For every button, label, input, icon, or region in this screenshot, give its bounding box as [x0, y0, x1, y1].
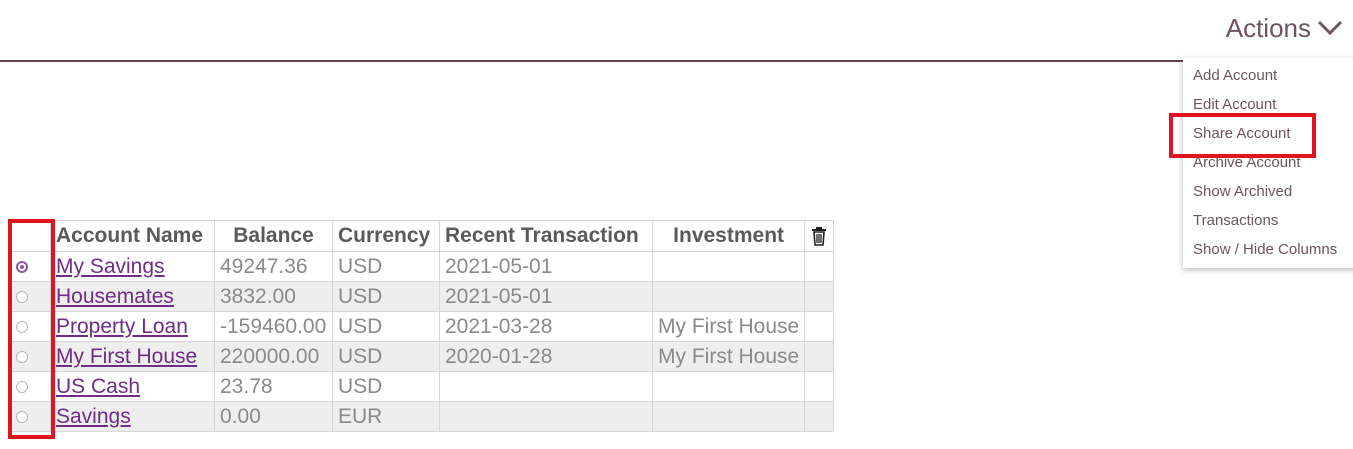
select-column-header — [10, 220, 51, 252]
menu-item-edit-account[interactable]: Edit Account — [1193, 94, 1276, 116]
menu-item-show-archived[interactable]: Show Archived — [1193, 181, 1292, 203]
delete-cell — [804, 371, 835, 402]
balance-cell: 220000.00 — [214, 341, 333, 372]
table-row[interactable]: Property Loan -159460.00 USD 2021-03-28 My F… — [10, 311, 835, 342]
delete-column-header[interactable] — [804, 220, 835, 252]
row-select-cell[interactable] — [10, 281, 51, 312]
actions-dropdown: Add Account Edit Account Share Account A… — [1183, 58, 1353, 268]
column-header-balance[interactable]: Balance — [214, 220, 333, 252]
menu-item-add-account[interactable]: Add Account — [1193, 65, 1277, 87]
column-header-recent-transaction[interactable]: Recent Transaction — [439, 220, 653, 252]
accounts-table: Account Name Balance Currency Recent Tra… — [10, 220, 835, 432]
account-name-cell: Property Loan — [50, 311, 215, 342]
top-bar: Actions — [0, 0, 1353, 60]
currency-cell: USD — [332, 251, 440, 282]
recent-transaction-cell: 2021-05-01 — [439, 251, 653, 282]
account-name-cell: My Savings — [50, 251, 215, 282]
balance-cell: 23.78 — [214, 371, 333, 402]
actions-label: Actions — [1225, 12, 1311, 43]
currency-cell: USD — [332, 281, 440, 312]
investment-cell — [651, 251, 806, 282]
recent-transaction-cell: 2021-03-28 — [439, 311, 653, 342]
balance-cell: 49247.36 — [214, 251, 333, 282]
currency-cell: USD — [332, 341, 440, 372]
row-radio-button[interactable] — [16, 350, 28, 363]
recent-transaction-cell — [439, 401, 653, 432]
table-row[interactable]: Savings 0.00 EUR — [10, 401, 835, 432]
account-name-link[interactable]: Property Loan — [56, 315, 188, 338]
menu-item-transactions[interactable]: Transactions — [1193, 210, 1278, 232]
account-name-link[interactable]: My First House — [56, 345, 197, 368]
account-name-link[interactable]: My Savings — [56, 255, 165, 278]
menu-item-show-hide-columns[interactable]: Show / Hide Columns — [1193, 239, 1337, 261]
investment-cell — [651, 371, 806, 402]
row-select-cell[interactable] — [10, 401, 51, 432]
delete-cell — [804, 281, 835, 312]
delete-cell — [804, 311, 835, 342]
header-divider — [0, 60, 1353, 62]
account-name-link[interactable]: US Cash — [56, 375, 140, 398]
table-header-row: Account Name Balance Currency Recent Tra… — [10, 220, 835, 252]
chevron-down-icon — [1317, 20, 1343, 36]
currency-cell: USD — [332, 371, 440, 402]
balance-cell: 3832.00 — [214, 281, 333, 312]
row-radio-button[interactable] — [16, 380, 28, 393]
row-radio-button[interactable] — [16, 320, 28, 333]
investment-cell — [651, 281, 806, 312]
account-name-cell: Savings — [50, 401, 215, 432]
currency-cell: USD — [332, 311, 440, 342]
account-name-cell: Housemates — [50, 281, 215, 312]
trash-icon[interactable] — [810, 226, 828, 247]
investment-cell: My First House — [651, 341, 806, 372]
table-row[interactable]: My First House 220000.00 USD 2020-01-28 My F… — [10, 341, 835, 372]
accounts-table-body: My Savings 49247.36 USD 2021-05-01 Housemate… — [10, 251, 835, 432]
row-select-cell[interactable] — [10, 371, 51, 402]
account-name-cell: My First House — [50, 341, 215, 372]
column-header-currency[interactable]: Currency — [332, 220, 440, 252]
delete-cell — [804, 341, 835, 372]
balance-cell: -159460.00 — [214, 311, 333, 342]
investment-cell: My First House — [651, 311, 806, 342]
account-name-link[interactable]: Housemates — [56, 285, 174, 308]
actions-menu-button[interactable]: Actions — [1226, 11, 1343, 45]
table-row[interactable]: Housemates 3832.00 USD 2021-05-01 — [10, 281, 835, 312]
recent-transaction-cell: 2020-01-28 — [439, 341, 653, 372]
column-header-investment[interactable]: Investment — [651, 220, 806, 252]
recent-transaction-cell: 2021-05-01 — [439, 281, 653, 312]
investment-cell — [651, 401, 806, 432]
column-header-account-name[interactable]: Account Name — [50, 220, 215, 252]
menu-item-share-account[interactable]: Share Account — [1193, 123, 1291, 145]
delete-cell — [804, 251, 835, 282]
recent-transaction-cell — [439, 371, 653, 402]
row-select-cell[interactable] — [10, 311, 51, 342]
account-name-link[interactable]: Savings — [56, 405, 131, 428]
delete-cell — [804, 401, 835, 432]
table-row[interactable]: My Savings 49247.36 USD 2021-05-01 — [10, 251, 835, 282]
row-radio-button[interactable] — [16, 290, 28, 303]
table-row[interactable]: US Cash 23.78 USD — [10, 371, 835, 402]
row-select-cell[interactable] — [10, 341, 51, 372]
row-select-cell[interactable] — [10, 251, 51, 282]
balance-cell: 0.00 — [214, 401, 333, 432]
row-radio-button[interactable] — [16, 260, 28, 273]
menu-item-archive-account[interactable]: Archive Account — [1193, 152, 1301, 174]
account-name-cell: US Cash — [50, 371, 215, 402]
row-radio-button[interactable] — [16, 410, 28, 423]
currency-cell: EUR — [332, 401, 440, 432]
